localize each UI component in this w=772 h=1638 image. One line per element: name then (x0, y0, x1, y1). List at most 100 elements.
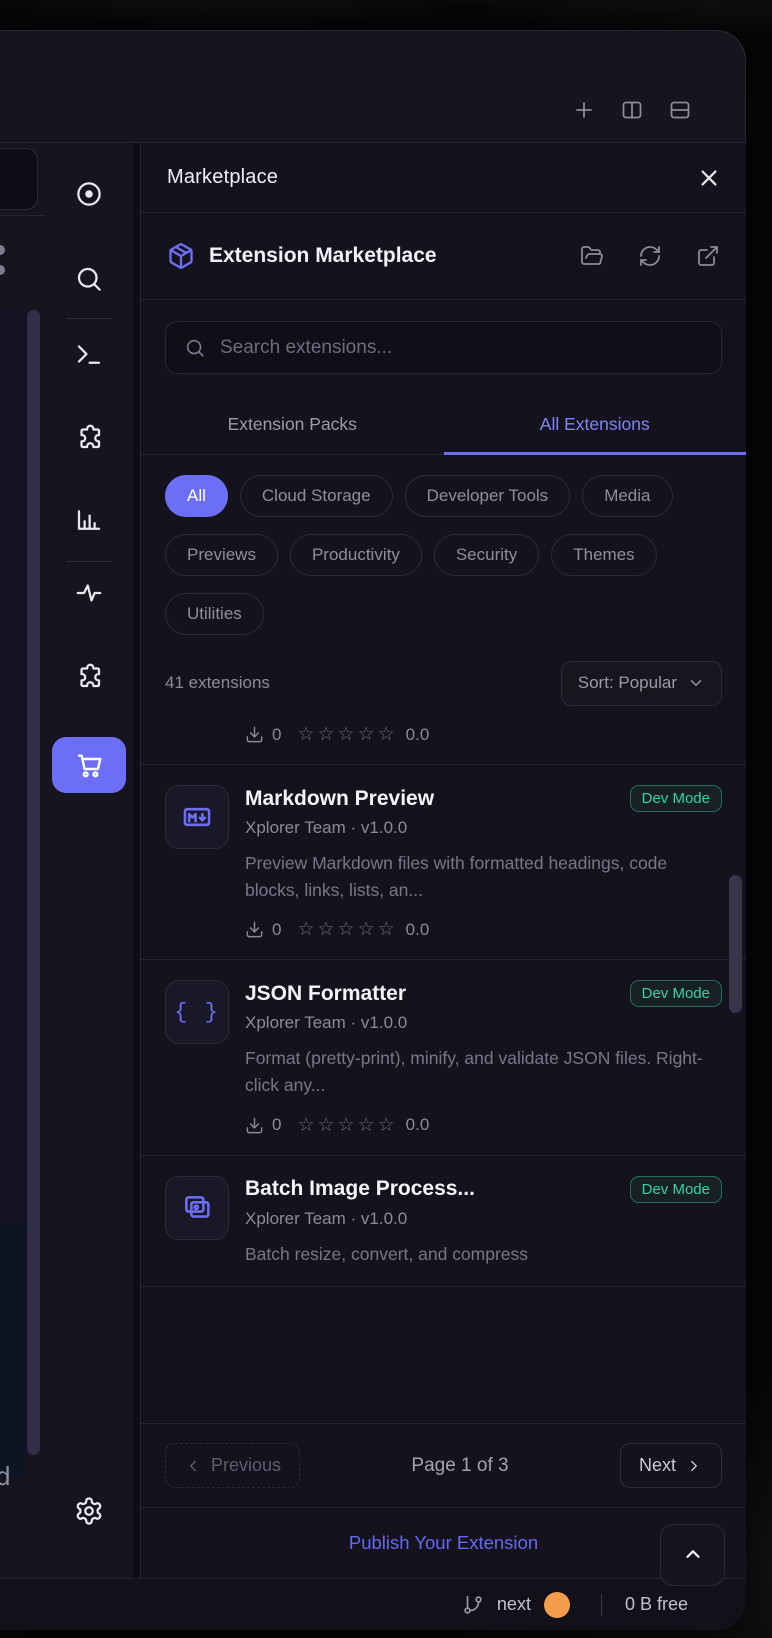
clipped-tab-fragment (0, 148, 38, 210)
publish-extension-link[interactable]: Publish Your Extension (349, 1532, 538, 1554)
sort-label: Sort: Popular (578, 673, 677, 693)
activity-monitor-button[interactable] (74, 578, 104, 608)
marketplace-button[interactable] (52, 737, 126, 793)
clipped-panel-fragment (0, 310, 27, 1225)
search-sidebar-button[interactable] (74, 264, 104, 294)
close-panel-button[interactable] (698, 167, 720, 189)
filter-chip-utilities[interactable]: Utilities (165, 593, 264, 635)
rating-stars (297, 723, 397, 746)
split-rows-icon (668, 98, 692, 122)
dev-mode-badge: Dev Mode (630, 785, 722, 812)
marketplace-header: Extension Marketplace (141, 213, 746, 300)
filter-chip-security[interactable]: Security (434, 534, 539, 576)
markdown-extension-icon (165, 785, 229, 849)
rating-value: 0.0 (406, 920, 430, 940)
folder-open-icon (580, 244, 604, 268)
previous-page-button[interactable]: Previous (165, 1443, 300, 1488)
git-branch-label[interactable]: next (497, 1594, 531, 1615)
tab-bar: Extension Packs All Extensions (141, 395, 746, 455)
close-icon (698, 167, 720, 189)
refresh-button[interactable] (638, 244, 662, 268)
extension-card-json-formatter[interactable]: { } JSON Formatter Dev Mode Xplorer Team… (141, 960, 746, 1155)
pulse-icon (74, 578, 104, 608)
panel-title: Marketplace (167, 166, 278, 189)
filter-chip-themes[interactable]: Themes (551, 534, 656, 576)
rating-value: 0.0 (406, 1115, 430, 1135)
open-external-button[interactable] (696, 244, 720, 268)
panel-titlebar: Marketplace (141, 143, 746, 213)
clipped-text-fragment: d (0, 1461, 10, 1492)
extension-name: Markdown Preview (245, 787, 434, 811)
sync-status-dot[interactable] (544, 1592, 570, 1618)
extension-list[interactable]: 0 0.0 Markdown Preview Dev Mode X (141, 715, 746, 1423)
extension-description: Batch resize, convert, and compress (245, 1241, 722, 1268)
download-count: 0 (272, 920, 281, 940)
filter-chip-developer-tools[interactable]: Developer Tools (405, 475, 571, 517)
search-icon (184, 337, 206, 359)
search-extensions-box[interactable] (165, 321, 722, 374)
split-columns-icon (620, 98, 644, 122)
activity-bar (45, 143, 133, 1578)
extension-byline: Xplorer Team · v1.0.0 (245, 1013, 722, 1033)
background-app-fragment: d (0, 143, 45, 1578)
filter-chip-productivity[interactable]: Productivity (290, 534, 422, 576)
extension-card-partial[interactable]: 0 0.0 (141, 715, 746, 765)
tab-all-extensions[interactable]: All Extensions (444, 395, 747, 454)
next-page-button[interactable]: Next (620, 1443, 722, 1488)
rating-value: 0.0 (406, 725, 430, 745)
chevron-up-icon (682, 1544, 704, 1566)
download-icon (245, 920, 264, 939)
extension-byline: Xplorer Team · v1.0.0 (245, 1209, 722, 1229)
extension-description: Preview Markdown files with formatted he… (245, 850, 722, 904)
filter-chip-media[interactable]: Media (582, 475, 672, 517)
refresh-icon (638, 244, 662, 268)
extensions-button[interactable] (74, 422, 104, 452)
panel-footer: Publish Your Extension (141, 1507, 746, 1578)
status-bar: next 0 B free (0, 1578, 746, 1630)
rating-stars (297, 1114, 397, 1137)
dev-mode-badge: Dev Mode (630, 1176, 722, 1203)
terminal-icon (74, 339, 104, 369)
download-count: 0 (272, 725, 281, 745)
results-count: 41 extensions (165, 673, 270, 693)
analytics-button[interactable] (74, 505, 104, 535)
plus-icon (572, 98, 596, 122)
chevron-left-icon (184, 1457, 202, 1475)
filter-chip-previews[interactable]: Previews (165, 534, 278, 576)
extension-card-markdown-preview[interactable]: Markdown Preview Dev Mode Xplorer Team ·… (141, 765, 746, 960)
free-space-label: 0 B free (625, 1594, 688, 1615)
extension-byline: Xplorer Team · v1.0.0 (245, 818, 722, 838)
list-scrollbar[interactable] (729, 875, 742, 1013)
category-filter-chips: All Cloud Storage Developer Tools Media … (141, 455, 746, 659)
preview-button[interactable] (74, 179, 104, 209)
git-branch-icon (462, 1594, 484, 1616)
terminal-button[interactable] (74, 339, 104, 369)
download-icon (245, 1116, 264, 1135)
split-vertical-button[interactable] (620, 98, 644, 122)
scroll-to-top-button[interactable] (660, 1524, 725, 1586)
dev-mode-badge: Dev Mode (630, 980, 722, 1007)
marketplace-panel: Marketplace Extension Marketplace (140, 143, 746, 1578)
extension-card-batch-image-processor[interactable]: Batch Image Process... Dev Mode Xplorer … (141, 1156, 746, 1287)
new-pane-button[interactable] (572, 98, 596, 122)
download-count: 0 (272, 1115, 281, 1135)
filter-chip-all[interactable]: All (165, 475, 228, 517)
eye-icon (74, 179, 104, 209)
sort-dropdown[interactable]: Sort: Popular (561, 661, 722, 706)
json-extension-icon: { } (165, 980, 229, 1044)
puzzle-icon (74, 661, 104, 691)
extension-name: JSON Formatter (245, 982, 406, 1006)
extension-name: Batch Image Process... (245, 1177, 475, 1201)
plugins-button[interactable] (74, 661, 104, 691)
open-extensions-folder-button[interactable] (580, 244, 604, 268)
chevron-down-icon (687, 674, 705, 692)
split-horizontal-button[interactable] (668, 98, 692, 122)
window-header (0, 30, 746, 143)
gear-icon (74, 1496, 104, 1526)
pagination-bar: Previous Page 1 of 3 Next (141, 1423, 746, 1507)
settings-button[interactable] (74, 1496, 104, 1526)
filter-chip-cloud-storage[interactable]: Cloud Storage (240, 475, 393, 517)
search-extensions-input[interactable] (220, 337, 703, 359)
tab-extension-packs[interactable]: Extension Packs (141, 395, 444, 454)
shopping-cart-icon (73, 749, 105, 781)
